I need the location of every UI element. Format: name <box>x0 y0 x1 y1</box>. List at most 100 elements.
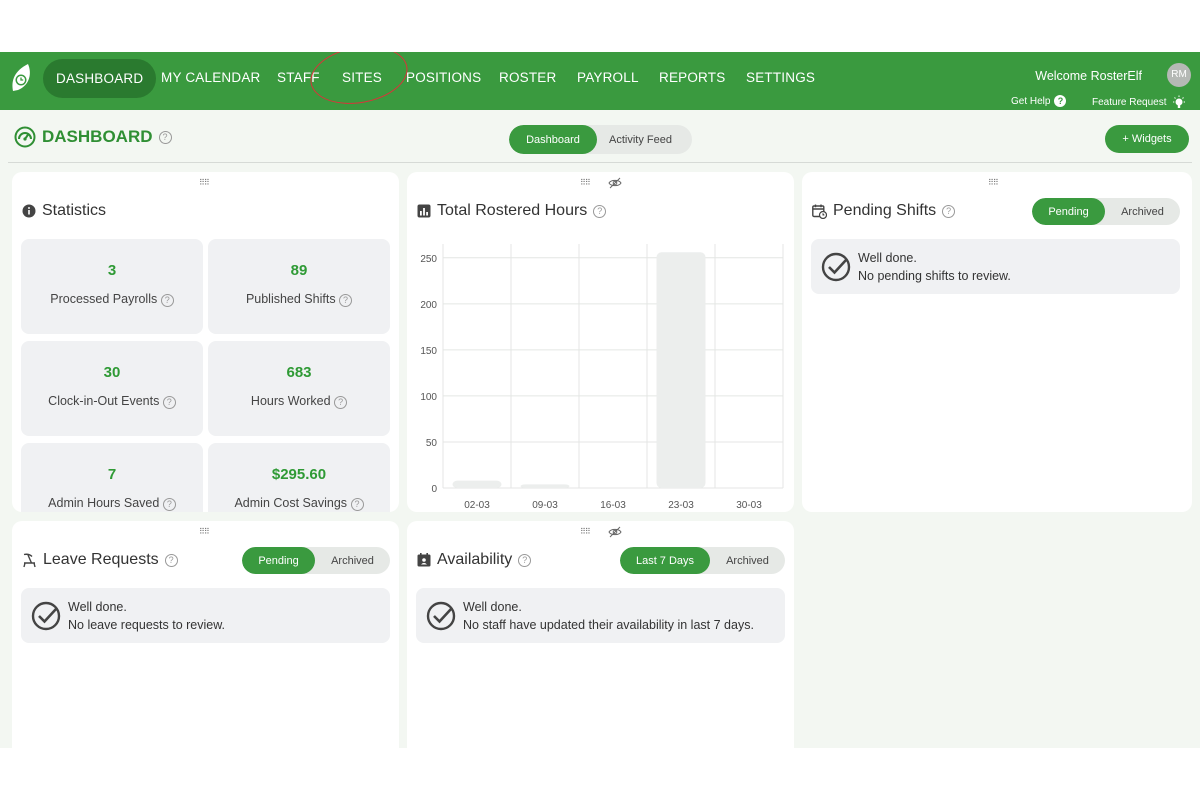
stat-label: Processed Payrolls ? <box>21 292 203 307</box>
help-icon[interactable]: ? <box>334 396 348 409</box>
help-icon[interactable]: ? <box>518 553 532 567</box>
help-icon[interactable]: ? <box>350 498 364 511</box>
help-icon[interactable]: ? <box>162 396 176 409</box>
nav-payroll[interactable]: PAYROLL <box>577 70 639 85</box>
help-icon[interactable]: ? <box>160 294 174 307</box>
feature-request-link[interactable]: Feature Request <box>1092 95 1187 109</box>
help-icon[interactable]: ? <box>942 204 956 218</box>
statistics-card: ⠿⠿ Statistics 3 Processed Payrolls ? 89 … <box>12 172 399 512</box>
nav-settings[interactable]: SETTINGS <box>746 70 815 85</box>
lightbulb-icon <box>1172 95 1185 108</box>
x-tick-label: 23-03 <box>668 500 694 511</box>
x-tick-label: 16-03 <box>600 500 626 511</box>
nav-my-calendar[interactable]: MY CALENDAR <box>161 70 260 85</box>
pending-archived-toggle: Pending Archived <box>242 547 390 574</box>
calendar-user-icon <box>417 553 431 567</box>
toggle-archived[interactable]: Archived <box>315 547 390 574</box>
add-widgets-button[interactable]: + Widgets <box>1105 125 1189 153</box>
pending-shifts-card: ⠿⠿ Pending Shifts ? Pending Archived Wel… <box>802 172 1192 512</box>
period-toggle: Last 7 Days Archived <box>620 547 785 574</box>
drag-handle-icon[interactable]: ⠿⠿ <box>580 527 591 536</box>
top-nav: DASHBOARD MY CALENDAR STAFF SITES POSITI… <box>0 52 1200 112</box>
help-icon[interactable]: ? <box>339 294 353 307</box>
help-icon[interactable]: ? <box>158 130 172 144</box>
stat-tile: 7 Admin Hours Saved ? <box>21 443 203 512</box>
eye-off-icon[interactable] <box>608 526 622 538</box>
stat-label-text: Clock-in-Out Events <box>48 394 160 408</box>
check-circle-icon <box>821 252 851 282</box>
drag-handle-icon[interactable]: ⠿⠿ <box>199 178 210 187</box>
app-window: DASHBOARD MY CALENDAR STAFF SITES POSITI… <box>0 52 1200 748</box>
notice-heading: Well done. <box>463 600 522 614</box>
feature-request-label: Feature Request <box>1092 96 1167 108</box>
leave-requests-title: Leave Requests <box>43 551 159 568</box>
gauge-icon <box>14 126 36 148</box>
nav-dashboard[interactable]: DASHBOARD <box>43 59 157 98</box>
rosterelf-logo-icon[interactable] <box>8 61 36 95</box>
page-title: DASHBOARD ? <box>14 126 172 148</box>
nav-sites[interactable]: SITES <box>342 70 382 85</box>
chart-bar <box>452 480 502 488</box>
y-tick-label: 200 <box>420 300 437 311</box>
stat-value: 89 <box>290 262 308 279</box>
nav-positions[interactable]: POSITIONS <box>406 70 481 85</box>
toggle-archived[interactable]: Archived <box>1105 198 1180 225</box>
notice-message: No staff have updated their availability… <box>463 618 754 632</box>
get-help-link[interactable]: Get Help ? <box>1011 95 1067 107</box>
notice-message: No pending shifts to review. <box>858 269 1011 283</box>
avatar[interactable]: RM <box>1167 63 1191 87</box>
stat-label: Clock-in-Out Events ? <box>21 394 203 409</box>
toggle-archived[interactable]: Archived <box>710 547 785 574</box>
chart-bar <box>520 484 570 488</box>
notice-heading: Well done. <box>858 251 917 265</box>
toggle-pending[interactable]: Pending <box>242 547 315 574</box>
stat-value: 3 <box>107 262 117 279</box>
drag-handle-icon[interactable]: ⠿⠿ <box>580 178 591 187</box>
dashboard-header: DASHBOARD ? Dashboard Activity Feed + Wi… <box>0 110 1200 162</box>
chart-bar <box>656 252 706 488</box>
help-icon[interactable]: ? <box>593 204 607 218</box>
card-title: Total Rostered Hours ? <box>417 202 607 220</box>
drag-handle-icon[interactable]: ⠿⠿ <box>988 178 999 187</box>
y-tick-label: 150 <box>420 346 437 357</box>
stat-label: Hours Worked ? <box>208 394 390 409</box>
stat-label: Admin Hours Saved ? <box>21 496 203 511</box>
y-tick-label: 100 <box>420 392 437 403</box>
header-divider <box>8 162 1192 163</box>
y-tick-label: 50 <box>426 438 438 449</box>
check-circle-icon <box>31 601 61 631</box>
stat-value: 7 <box>107 466 117 483</box>
help-icon[interactable]: ? <box>162 498 176 511</box>
stat-label-text: Processed Payrolls <box>50 292 158 306</box>
help-icon[interactable]: ? <box>164 553 178 567</box>
empty-state-notice: Well done. No pending shifts to review. <box>811 239 1180 294</box>
stat-label-text: Admin Hours Saved <box>48 496 160 510</box>
calendar-clock-icon <box>812 204 827 219</box>
empty-state-notice: Well done. No leave requests to review. <box>21 588 390 643</box>
stat-label-text: Published Shifts <box>245 292 336 306</box>
nav-reports[interactable]: REPORTS <box>659 70 725 85</box>
tab-activity-feed[interactable]: Activity Feed <box>597 125 684 154</box>
leave-requests-card: ⠿⠿ Leave Requests ? Pending Archived Wel… <box>12 521 399 748</box>
empty-state-notice: Well done. No staff have updated their a… <box>416 588 785 643</box>
tab-dashboard[interactable]: Dashboard <box>509 125 597 154</box>
check-circle-icon <box>426 601 456 631</box>
stat-tile: 3 Processed Payrolls ? <box>21 239 203 334</box>
statistics-title: Statistics <box>42 202 107 219</box>
nav-staff[interactable]: STAFF <box>277 70 320 85</box>
notice-heading: Well done. <box>68 600 127 614</box>
toggle-pending[interactable]: Pending <box>1032 198 1105 225</box>
bar-chart-icon <box>417 204 431 218</box>
x-tick-label: 30-03 <box>736 500 762 511</box>
welcome-text: Welcome RosterElf <box>1035 69 1142 83</box>
page-title-text: DASHBOARD <box>42 127 153 146</box>
stat-tile: 683 Hours Worked ? <box>208 341 390 436</box>
card-title: Availability ? <box>417 551 532 569</box>
eye-off-icon[interactable] <box>608 177 622 189</box>
availability-title: Availability <box>437 551 513 568</box>
toggle-last-7-days[interactable]: Last 7 Days <box>620 547 710 574</box>
stat-label-text: Admin Cost Savings <box>234 496 348 510</box>
beach-chair-icon <box>23 553 36 567</box>
drag-handle-icon[interactable]: ⠿⠿ <box>199 527 210 536</box>
nav-roster[interactable]: ROSTER <box>499 70 556 85</box>
